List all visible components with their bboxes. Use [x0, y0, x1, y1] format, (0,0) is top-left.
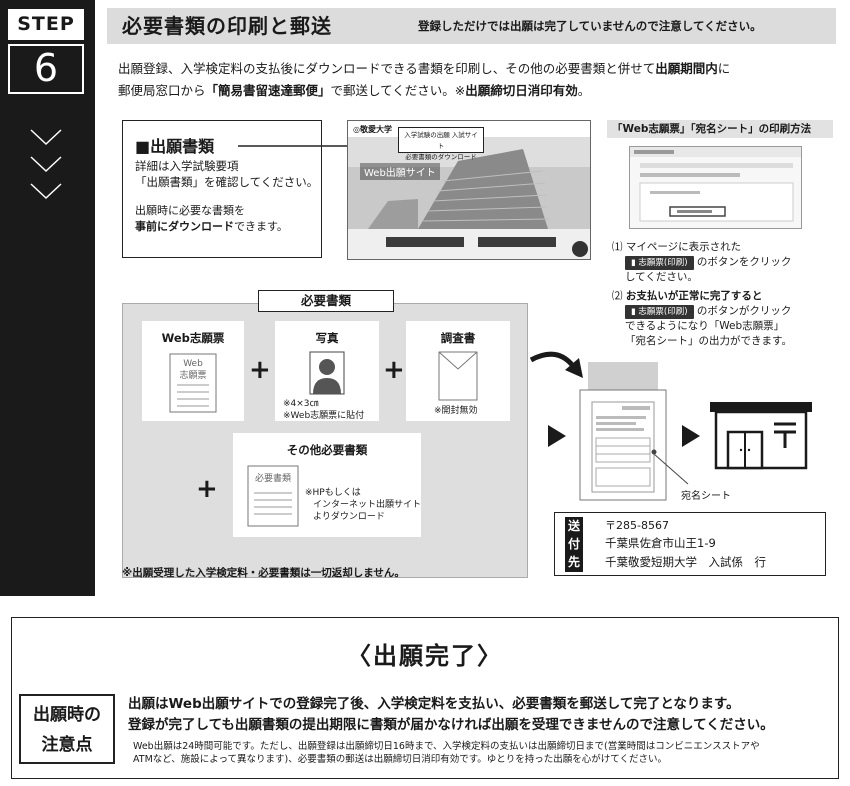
other-docs-note-line: よりダウンロード	[313, 512, 385, 522]
completion-line: 出願はWeb出願サイトでの登録完了後、入学検定料を支払い、必要書類を郵送して完了…	[128, 696, 740, 712]
application-docs-line-rest: できます。	[234, 220, 288, 233]
send-to-tag-char: 付	[567, 537, 580, 551]
intro-text-segment: に	[717, 61, 731, 76]
other-docs-note-line: インターネット出願サイト	[313, 500, 422, 510]
completion-detail: Web出願は24時間可能です。ただし、出願登録は出願締切日16時まで、入学検定料…	[133, 741, 760, 752]
print-step-text: できるようになり「Web志願票」	[625, 320, 785, 332]
step-number: 6	[8, 44, 84, 94]
intro-text: 出願登録、入学検定料の支払後にダウンロードできる書類を印刷し、その他の必要書類と…	[118, 58, 834, 102]
caution-badge: 出願時の 注意点	[19, 694, 115, 764]
completion-title: 〈出願完了〉	[347, 642, 503, 670]
intro-emphasis: 「簡易書留速達郵便」	[205, 83, 331, 98]
web-site-callout: 入学試験の出願 入試サイト必要書類のダウンロード	[398, 127, 484, 161]
send-to-tag-char: 先	[567, 555, 580, 569]
print-step-text: 「宛名シート」の出力ができます。	[625, 335, 792, 347]
print-step-text: お支払いが正常に完了すると	[625, 290, 763, 302]
application-docs-line: 詳細は入学試験要項	[135, 159, 239, 173]
callout-line	[653, 453, 689, 485]
recipient: 千葉敬愛短期大学 入試係 行	[605, 555, 766, 569]
intro-text-segment: で郵送してください。※	[330, 83, 466, 98]
chevron-down-icon	[30, 129, 62, 146]
print-step-1: ⑴ マイページに表示された ▮ 志願票(印刷) のボタンをクリック してください…	[612, 240, 791, 285]
photo-note-line: ※Web志願票に貼付	[283, 411, 365, 421]
chevron-down-icon	[30, 156, 62, 173]
triangle-arrow-icon	[548, 425, 566, 447]
survey-card: 調査書 ※開封無効	[406, 321, 510, 421]
callout-line: 入学試験の出願 入試サイト	[404, 131, 478, 150]
print-application-button[interactable]: ▮ 志願票(印刷)	[625, 256, 694, 270]
print-button-label: 志願票(印刷)	[638, 258, 688, 268]
application-docs-line: 「出願書類」を確認してください。	[135, 175, 319, 189]
web-form-icon-label: Web 志願票	[169, 358, 217, 382]
survey-note: ※開封無効	[434, 406, 478, 416]
card-title: Web志願票	[161, 331, 225, 345]
caution-line: 出願時の	[33, 705, 101, 725]
print-step-text: のボタンをクリック	[696, 256, 792, 268]
print-button-label: 志願票(印刷)	[638, 307, 688, 317]
person-photo-icon	[309, 351, 345, 395]
icon-text: Web	[183, 359, 203, 369]
other-docs-note-line: ※HPもしくは	[305, 488, 361, 498]
send-to-tag: 送付先	[565, 517, 583, 572]
intro-text-segment: 出願登録、入学検定料の支払後にダウンロードできる書類を印刷し、その他の必要書類と…	[118, 61, 656, 76]
application-docs-line: 出願時に必要な書類を	[135, 204, 245, 217]
postal-code: 〒285-8567	[605, 519, 669, 532]
print-application-button[interactable]: ▮ 志願票(印刷)	[625, 305, 694, 319]
completion-line: 登録が完了しても出願書類の提出期限に書類が届かなければ出願を受理できませんので注…	[128, 717, 774, 733]
application-docs-line: 事前にダウンロードできます。	[135, 219, 288, 235]
intro-text-segment: 郵便局窓口から	[118, 83, 206, 98]
intro-emphasis: 出願締切日消印有効	[465, 83, 578, 98]
step-marker: ⑵	[612, 290, 623, 302]
triangle-arrow-icon	[682, 425, 700, 447]
other-docs-note: ※HPもしくはインターネット出願サイト よりダウンロード	[305, 487, 421, 523]
download-emphasis: 事前にダウンロード	[135, 220, 234, 233]
plus-sign: +	[196, 474, 218, 504]
address: 千葉県佐倉市山王1-9	[605, 536, 716, 550]
page-title: 必要書類の印刷と郵送	[122, 14, 332, 38]
other-docs-card: その他必要書類 必要書類 ※HPもしくはインターネット出願サイト よりダウンロード	[233, 433, 421, 537]
card-title: その他必要書類	[286, 443, 368, 457]
web-site-logo: ◎敬愛大学	[353, 125, 392, 134]
mypage-screenshot	[629, 146, 802, 229]
completion-detail: ATMなど、施設によって異なります)、必要書類の郵送は出願締切日消印有効です。ゆ…	[133, 754, 667, 765]
icon-text: 志願票	[179, 371, 207, 381]
step-marker: ⑴	[612, 241, 623, 253]
step-label: STEP	[8, 9, 84, 40]
print-step-text: してください。	[625, 271, 698, 283]
intro-text-segment: 。	[577, 83, 591, 98]
web-site-name: Web出願サイト	[360, 163, 440, 180]
plus-sign: +	[383, 355, 405, 385]
photo-card: 写真 ※4×3㎝ ※Web志願票に貼付	[275, 321, 379, 421]
post-office-icon	[710, 402, 812, 470]
icon-text: 必要書類	[254, 474, 291, 484]
print-step-2: ⑵ お支払いが正常に完了すると ▮ 志願票(印刷) のボタンがクリック できるよ…	[612, 289, 792, 349]
mypage-illustration	[630, 147, 801, 222]
no-return-note: ※出願受理した入学検定料・必要書類は一切返却しません。	[122, 567, 405, 579]
web-form-card: Web志願票 Web 志願票	[142, 321, 244, 421]
card-title: 写真	[315, 331, 339, 345]
card-title: 調査書	[440, 331, 476, 345]
send-to-tag-char: 送	[567, 519, 580, 533]
required-docs-title: 必要書類	[258, 290, 394, 312]
callout-line: 必要書類のダウンロード	[405, 153, 477, 161]
chevron-down-icon	[30, 183, 62, 200]
intro-emphasis: 出願期間内	[655, 61, 718, 76]
envelope-icon	[438, 351, 478, 401]
photo-note-line: ※4×3㎝	[283, 399, 319, 409]
print-step-text: のボタンがクリック	[696, 305, 792, 317]
application-docs-heading: ■出願書類	[135, 137, 215, 156]
address-sheet-label: 宛名シート	[681, 491, 731, 502]
photo-note: ※4×3㎝ ※Web志願票に貼付	[283, 398, 364, 422]
header-note: 登録しただけでは出願は完了していませんので注意してください。	[418, 19, 762, 33]
print-step-text: マイページに表示された	[625, 241, 742, 253]
print-method-title: 「Web志願票」「宛名シート」の印刷方法	[607, 120, 833, 138]
plus-sign: +	[249, 355, 271, 385]
caution-line: 注意点	[41, 735, 93, 755]
